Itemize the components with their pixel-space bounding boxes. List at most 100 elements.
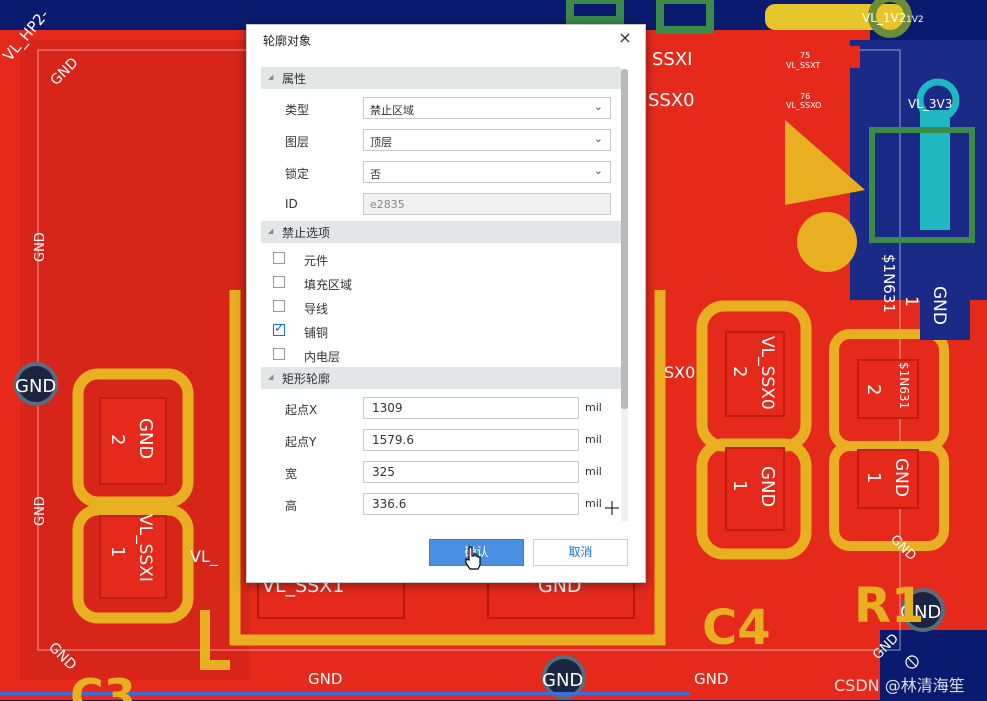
section-properties[interactable]: ◢ 属性 [261, 67, 621, 89]
chevron-down-icon: ⌄ [593, 164, 603, 177]
row-layer: 图层 顶层 ⌄ [261, 125, 621, 157]
row-id: ID e2835 [261, 189, 621, 221]
pcb-label-vl: VL_ [190, 547, 219, 567]
watermark: CSDN @林清海笙 [834, 676, 965, 695]
outline-object-dialog: 轮廓对象 × ◢ 属性 类型 禁止区域 ⌄ 图层 顶层 ⌄ 锁定 否 ⌄ ID … [246, 24, 646, 583]
cancel-button[interactable]: 取消 [533, 539, 628, 566]
dialog-titlebar[interactable]: 轮廓对象 × [247, 25, 645, 53]
section-rectangle-outline[interactable]: ◢ 矩形轮廓 [261, 367, 621, 389]
scrollbar-thumb[interactable] [621, 69, 628, 409]
width-input[interactable]: 325 [363, 461, 579, 483]
id-value: e2835 [370, 198, 405, 211]
row-type: 类型 禁止区域 ⌄ [261, 93, 621, 125]
unit-label: mil [585, 401, 602, 414]
start-x-input[interactable]: 1309 [363, 397, 579, 419]
row-height: 高 336.6 mil [261, 489, 621, 521]
pad-number: 1 [107, 546, 128, 557]
select-value: 禁止区域 [370, 104, 414, 117]
pad-label: GND [757, 466, 778, 507]
silk-designator-c3: C3 [70, 669, 136, 701]
field-label: 类型 [285, 103, 310, 117]
option-fill-region[interactable]: 填充区域 [261, 271, 621, 295]
pcb-label-net: $1N631 [880, 254, 898, 313]
pcb-label-ssx0: SSX0 [648, 90, 695, 111]
chevron-down-icon: ⌄ [593, 132, 603, 145]
pad-label: GND [891, 458, 911, 497]
input-value: 1579.6 [372, 433, 414, 447]
row-lock: 锁定 否 ⌄ [261, 157, 621, 189]
option-label: 导线 [304, 302, 329, 316]
pcb-label-gnd: GND [694, 670, 728, 688]
close-icon[interactable]: × [615, 28, 635, 48]
unit-label: mil [585, 465, 602, 478]
dialog-title: 轮廓对象 [263, 34, 312, 48]
type-select[interactable]: 禁止区域 ⌄ [363, 97, 611, 119]
pcb-label-pin: 75 [800, 51, 810, 60]
pcb-label-1v2: VL_1V2 [862, 11, 906, 25]
row-width: 宽 325 mil [261, 457, 621, 489]
checkbox-checked[interactable]: ✓ [273, 321, 285, 336]
scrollbar[interactable] [621, 69, 628, 521]
pcb-label-ssx1: SSXI [652, 49, 693, 70]
field-label: 宽 [285, 467, 298, 481]
option-label: 元件 [304, 254, 329, 268]
checkbox[interactable] [273, 348, 285, 360]
check-icon: ✓ [274, 321, 285, 336]
field-label: 起点X [285, 403, 318, 417]
field-label: 锁定 [285, 167, 310, 181]
section-title: 禁止选项 [282, 226, 331, 240]
pcb-label-1v2b: 1V2 [906, 15, 924, 25]
pcb-label-3v3: VL_3V3 [908, 97, 952, 111]
pcb-label-gnd-via: GND [15, 376, 56, 397]
unit-label: mil [585, 433, 602, 446]
pcb-label-ssx0: SX0 [664, 363, 695, 382]
pcb-label-net: VL_SSXT [786, 61, 820, 70]
collapse-triangle-icon[interactable]: ◢ [268, 73, 273, 81]
start-y-input[interactable]: 1579.6 [363, 429, 579, 451]
pcb-label-gnd-via: GND [542, 670, 583, 691]
section-title: 矩形轮廓 [282, 372, 331, 386]
option-component[interactable]: 元件 [261, 247, 621, 271]
pcb-label-pin: 76 [800, 92, 810, 101]
hand-cursor-icon [464, 546, 482, 574]
pad-number: 1 [901, 296, 921, 307]
select-value: 顶层 [370, 136, 392, 149]
field-label: 图层 [285, 135, 310, 149]
option-label: 填充区域 [304, 278, 353, 292]
field-label: 高 [285, 499, 298, 513]
option-copper-pour[interactable]: ✓ 铺铜 [261, 319, 621, 343]
option-track[interactable]: 导线 [261, 295, 621, 319]
pad-number: 1 [863, 472, 884, 483]
pcb-label-net: VL_SSXO [786, 101, 821, 110]
option-label: 内电层 [304, 350, 341, 364]
input-value: 336.6 [372, 497, 407, 511]
pad-label: VL_SSXI [135, 514, 155, 582]
checkbox[interactable] [273, 276, 285, 288]
checkbox[interactable] [273, 252, 285, 264]
pad-number: 1 [729, 480, 750, 491]
collapse-triangle-icon[interactable]: ◢ [268, 373, 273, 381]
unit-label: mil [585, 497, 602, 510]
id-field: e2835 [363, 193, 611, 215]
checkbox[interactable] [273, 300, 285, 312]
row-start-x: 起点X 1309 mil [261, 393, 621, 425]
section-title: 属性 [282, 72, 307, 86]
row-start-y: 起点Y 1579.6 mil [261, 425, 621, 457]
chevron-down-icon: ⌄ [593, 100, 603, 113]
lock-select[interactable]: 否 ⌄ [363, 161, 611, 183]
pad-label: GND [135, 418, 156, 459]
input-value: 325 [372, 465, 395, 479]
section-keepout-options[interactable]: ◢ 禁止选项 [261, 221, 621, 243]
silk-dot [797, 212, 857, 272]
option-inner-layer[interactable]: 内电层 [261, 343, 621, 367]
pcb-label-gnd: GND [33, 496, 48, 526]
input-value: 1309 [372, 401, 403, 415]
field-label: 起点Y [285, 435, 317, 449]
move-cursor-icon [604, 500, 620, 520]
collapse-triangle-icon[interactable]: ◢ [268, 227, 273, 235]
pad-label: VL_SSX0 [757, 336, 777, 410]
layer-select[interactable]: 顶层 ⌄ [363, 129, 611, 151]
option-label: 铺铜 [304, 326, 329, 340]
height-input[interactable]: 336.6 [363, 493, 579, 515]
dialog-scroll-area[interactable]: ◢ 属性 类型 禁止区域 ⌄ 图层 顶层 ⌄ 锁定 否 ⌄ ID e2835 ◢… [261, 67, 629, 521]
